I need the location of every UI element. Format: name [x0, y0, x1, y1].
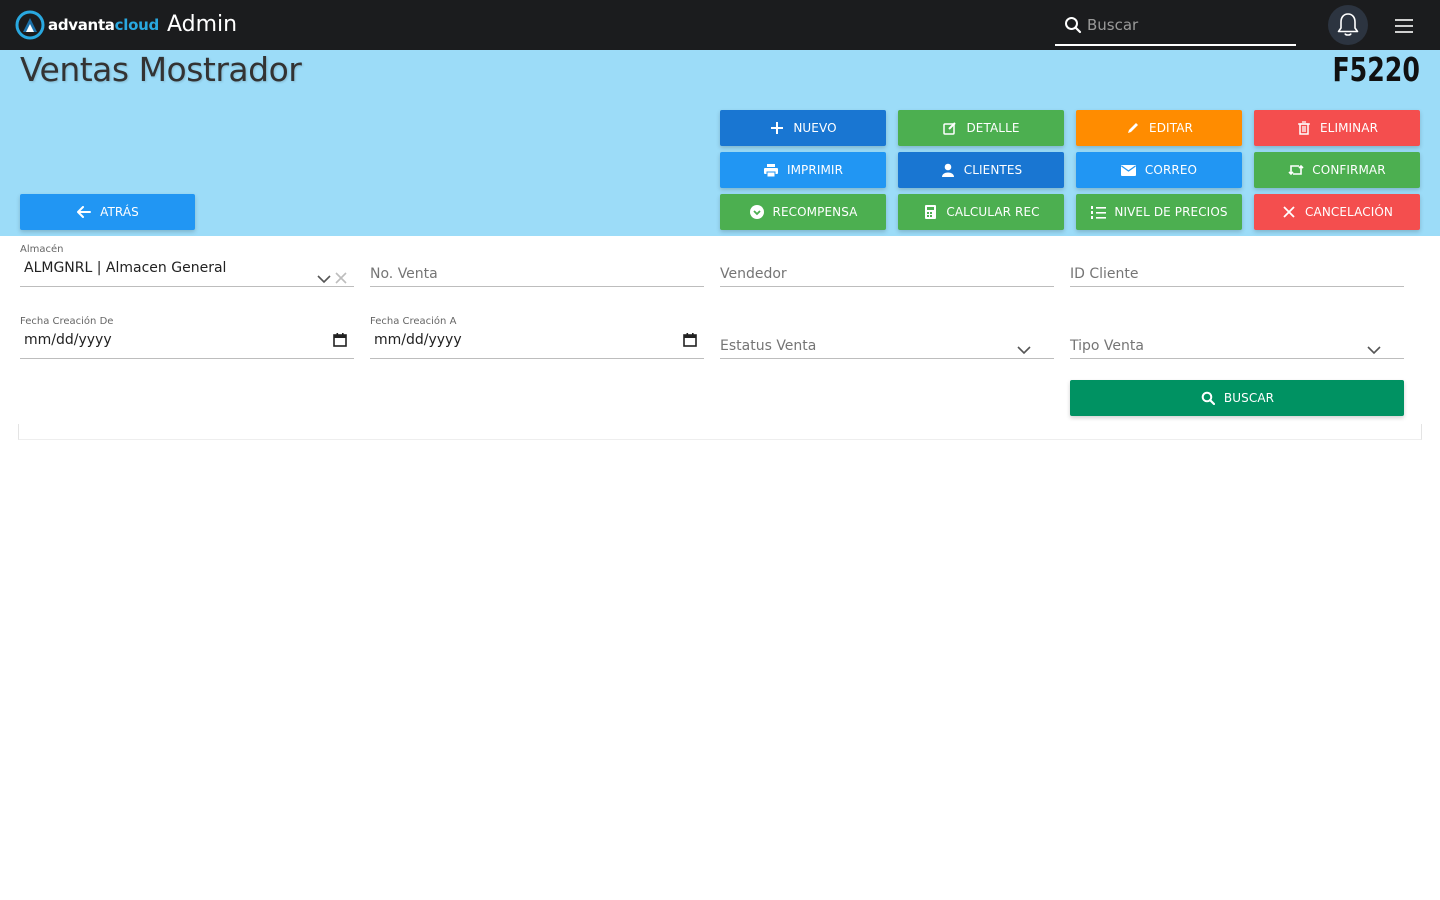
clear-icon[interactable]: [334, 271, 348, 285]
cancelacion-button[interactable]: CANCELACIÓN: [1254, 194, 1420, 230]
tipo-venta-select[interactable]: Tipo Venta: [1070, 334, 1404, 359]
chevron-down-icon: [1367, 346, 1381, 355]
id-cliente-field[interactable]: ID Cliente: [1070, 262, 1404, 287]
fecha-creacion-de-field[interactable]: Fecha Creación De mm/dd/yyyy: [20, 316, 354, 359]
advantacloud-logo-icon: [15, 10, 45, 40]
vendedor-placeholder: Vendedor: [720, 266, 787, 282]
fecha-creacion-a-value: mm/dd/yyyy: [374, 332, 462, 348]
search-icon: [1065, 17, 1082, 34]
calculator-icon: [922, 204, 938, 220]
buscar-button-label: BUSCAR: [1223, 391, 1275, 405]
calendar-icon[interactable]: [333, 333, 347, 347]
estatus-venta-select[interactable]: Estatus Venta: [720, 334, 1054, 359]
notifications-button[interactable]: [1328, 5, 1368, 45]
trash-icon: [1296, 120, 1312, 136]
nivel-de-precios-button-label: NIVEL DE PRECIOS: [1114, 205, 1228, 219]
nivel-de-precios-button[interactable]: NIVEL DE PRECIOS: [1076, 194, 1242, 230]
tipo-venta-placeholder: Tipo Venta: [1070, 338, 1144, 354]
user-icon: [940, 162, 956, 178]
calcular-rec-button-label: CALCULAR REC: [946, 205, 1040, 219]
printer-icon: [763, 162, 779, 178]
bell-icon: [1337, 13, 1359, 36]
imprimir-button[interactable]: IMPRIMIR: [720, 152, 886, 188]
chevron-down-icon[interactable]: [317, 274, 331, 284]
almacen-value: ALMGNRL | Almacen General: [24, 260, 227, 276]
search-icon: [1200, 390, 1216, 406]
envelope-icon: [1121, 162, 1137, 178]
back-button-label: ATRÁS: [100, 205, 139, 219]
x-icon: [1281, 204, 1297, 220]
app-logo[interactable]: advantacloud: [15, 10, 159, 40]
almacen-label: Almacén: [20, 244, 64, 255]
no-venta-field[interactable]: No. Venta: [370, 262, 704, 287]
eliminar-button-label: ELIMINAR: [1319, 121, 1379, 135]
retweet-icon: [1288, 162, 1304, 178]
fecha-creacion-de-value: mm/dd/yyyy: [24, 332, 112, 348]
edit-box-icon: [942, 120, 958, 136]
back-button[interactable]: ATRÁS: [20, 194, 195, 230]
fecha-creacion-a-field[interactable]: Fecha Creación A mm/dd/yyyy: [370, 316, 704, 359]
chevron-down-icon: [1017, 346, 1031, 355]
pencil-icon: [1125, 120, 1141, 136]
global-search: [1055, 6, 1296, 46]
ordered-list-icon: [1090, 204, 1106, 220]
buscar-button[interactable]: BUSCAR: [1070, 380, 1404, 416]
nuevo-button-label: NUEVO: [793, 121, 837, 135]
confirmar-button-label: CONFIRMAR: [1312, 163, 1386, 177]
search-input[interactable]: [1087, 12, 1287, 38]
hamburger-menu-icon[interactable]: [1394, 17, 1414, 35]
chevron-circle-icon: [749, 204, 765, 220]
page-code: F5220: [1332, 50, 1420, 89]
logo-wordmark: advantacloud: [48, 16, 159, 34]
fecha-creacion-a-label: Fecha Creación A: [370, 316, 457, 327]
editar-button[interactable]: EDITAR: [1076, 110, 1242, 146]
confirmar-button[interactable]: CONFIRMAR: [1254, 152, 1420, 188]
nuevo-button[interactable]: NUEVO: [720, 110, 886, 146]
estatus-venta-placeholder: Estatus Venta: [720, 338, 817, 354]
detalle-button-label: DETALLE: [966, 121, 1020, 135]
page-title: Ventas Mostrador: [20, 50, 302, 89]
correo-button-label: CORREO: [1144, 163, 1198, 177]
calendar-icon[interactable]: [683, 333, 697, 347]
id-cliente-placeholder: ID Cliente: [1070, 266, 1139, 282]
editar-button-label: EDITAR: [1149, 121, 1193, 135]
recompensa-button-label: RECOMPENSA: [772, 205, 858, 219]
results-card: [18, 424, 1422, 440]
detalle-button[interactable]: DETALLE: [898, 110, 1064, 146]
clientes-button-label: CLIENTES: [963, 163, 1023, 177]
vendedor-field[interactable]: Vendedor: [720, 262, 1054, 287]
calcular-rec-button[interactable]: CALCULAR REC: [898, 194, 1064, 230]
page-header: Ventas Mostrador F5220 ATRÁS NUEVO DETAL…: [0, 50, 1440, 236]
plus-icon: [769, 120, 785, 136]
eliminar-button[interactable]: ELIMINAR: [1254, 110, 1420, 146]
correo-button[interactable]: CORREO: [1076, 152, 1242, 188]
fecha-creacion-de-label: Fecha Creación De: [20, 316, 114, 327]
app-title: Admin: [167, 12, 238, 37]
recompensa-button[interactable]: RECOMPENSA: [720, 194, 886, 230]
cancelacion-button-label: CANCELACIÓN: [1305, 205, 1393, 219]
no-venta-placeholder: No. Venta: [370, 266, 438, 282]
almacen-select[interactable]: Almacén ALMGNRL | Almacen General: [20, 244, 354, 287]
arrow-left-icon: [76, 204, 92, 220]
imprimir-button-label: IMPRIMIR: [786, 163, 844, 177]
clientes-button[interactable]: CLIENTES: [898, 152, 1064, 188]
top-navbar: advantacloud Admin: [0, 0, 1440, 50]
